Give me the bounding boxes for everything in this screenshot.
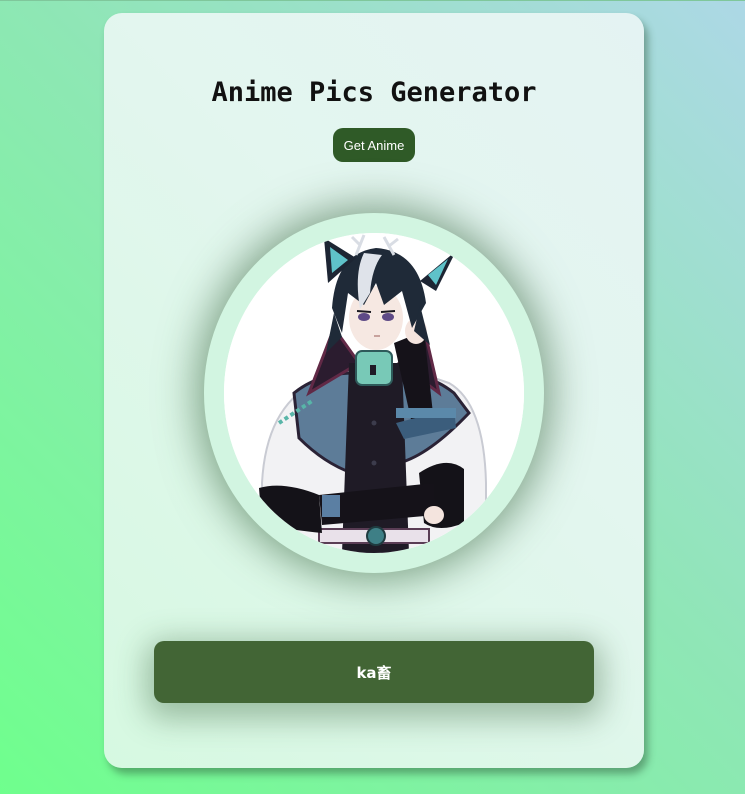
get-anime-button[interactable]: Get Anime — [333, 128, 415, 162]
window-top-border — [0, 0, 745, 1]
page-title: Anime Pics Generator — [211, 77, 537, 108]
anime-image — [224, 233, 524, 553]
character-name-bar: ka畜 — [154, 641, 594, 703]
image-frame — [204, 213, 544, 573]
anime-character-illustration — [224, 233, 524, 553]
generator-card: Anime Pics Generator Get Anime ka畜 — [104, 13, 644, 768]
